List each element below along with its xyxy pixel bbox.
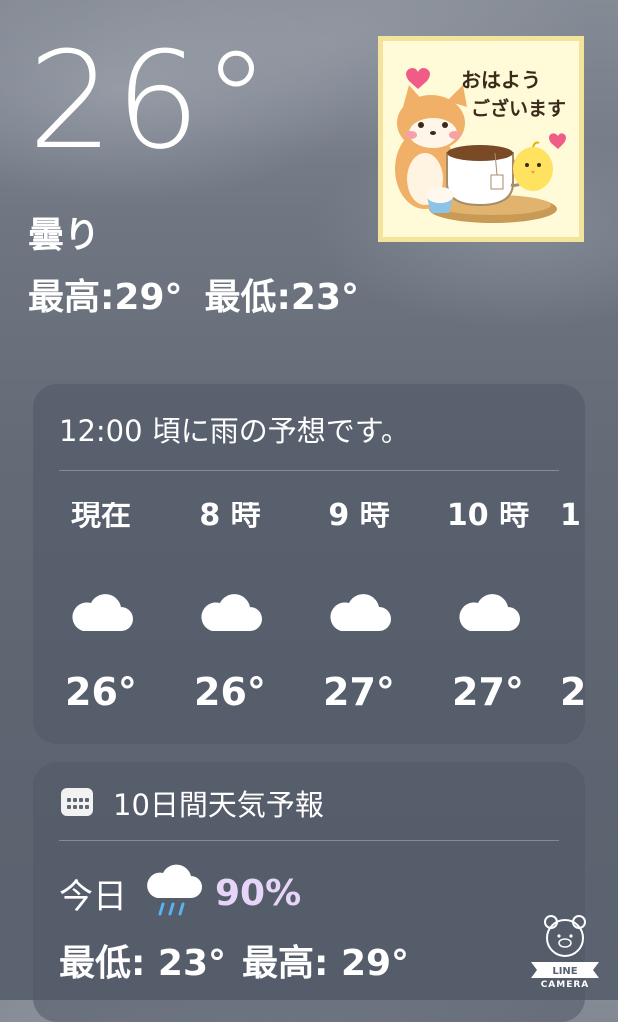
daily-forecast-title: 10日間天気予報 (113, 788, 324, 822)
daily-forecast-card[interactable]: 10日間天気予報 今日 90% 最低: 23° 最高: 29° (33, 762, 585, 1022)
hour-item-10: 10 時 27° (423, 502, 553, 714)
hour-temp: 27° (323, 670, 395, 714)
hour-temp: 2 (560, 670, 585, 714)
cloud-icon (294, 578, 424, 648)
hour-label: 8 時 (199, 502, 261, 533)
precipitation-chance: 90% (215, 872, 302, 914)
hour-label: 現在 (71, 502, 131, 533)
hourly-forecast-card[interactable]: 12:00 頃に雨の予想です。 現在 26° 8 時 26° 9 時 27° 1… (33, 384, 585, 744)
hourly-summary: 12:00 頃に雨の予想です。 (59, 414, 410, 448)
hour-label: 9 時 (328, 502, 390, 533)
line-camera-watermark: LINE CAMERA (527, 910, 603, 990)
current-high-low: 最高:29° 最低:23° (28, 268, 359, 320)
hour-item-8: 8 時 26° (165, 502, 295, 714)
day-high: 最高: 29° (242, 943, 410, 984)
daily-divider (59, 840, 559, 841)
hour-item-partial: 1 2 (560, 502, 585, 714)
bear-logo-icon: LINE (531, 915, 599, 978)
current-condition: 曇り (28, 215, 101, 256)
current-high: 最高:29° (28, 277, 183, 318)
day-high-low: 最低: 23° 最高: 29° (59, 934, 409, 986)
rain-cloud-icon (145, 864, 205, 922)
shiba-coffee-illustration: おはよう ございます (395, 68, 566, 223)
sticker-greeting-line2: ございます (471, 97, 566, 120)
current-low: 最低:23° (204, 277, 360, 318)
cloud-icon (36, 578, 166, 648)
hourly-scroll[interactable]: 現在 26° 8 時 26° 9 時 27° 10 時 27° 1 2 (33, 502, 585, 732)
current-temperature: 26° (28, 23, 272, 179)
hour-temp: 26° (65, 670, 137, 714)
cloud-icon (165, 578, 295, 648)
heart-icon-small (549, 133, 566, 149)
day-low: 最低: 23° (59, 943, 227, 984)
sticker-greeting-line1: おはよう (461, 68, 541, 92)
cloud-icon (423, 578, 553, 648)
greeting-sticker: おはよう ございます (378, 36, 584, 242)
watermark-camera: CAMERA (540, 980, 590, 990)
hour-item-now: 現在 26° (36, 502, 166, 714)
hourly-divider (59, 470, 559, 471)
hour-temp: 26° (194, 670, 266, 714)
day-name: 今日 (59, 876, 127, 917)
calendar-icon (61, 788, 93, 816)
hour-label: 10 時 (446, 502, 530, 533)
watermark-line: LINE (552, 966, 577, 977)
day-row-today[interactable]: 今日 90% (59, 864, 302, 918)
hour-item-9: 9 時 27° (294, 502, 424, 714)
hour-temp: 27° (452, 670, 524, 714)
hour-label: 1 (560, 502, 581, 533)
